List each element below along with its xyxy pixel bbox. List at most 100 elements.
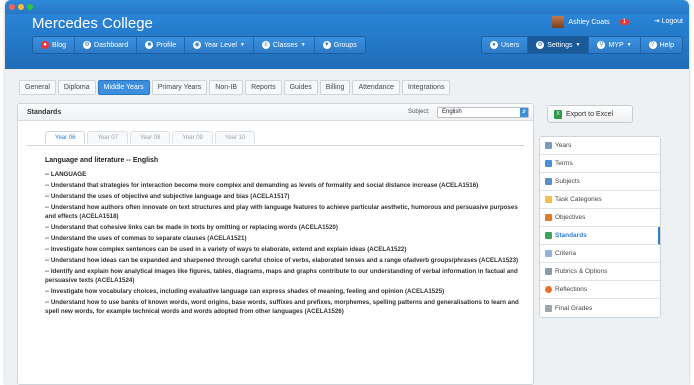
side-item-label: Standards <box>555 232 587 239</box>
side-item-label: Rubrics & Options <box>555 268 608 275</box>
side-item-rubrics[interactable]: Rubrics & Options <box>540 263 660 281</box>
tab-non-ib[interactable]: Non-IB <box>209 80 244 95</box>
tab-diploma[interactable]: Diploma <box>57 80 96 95</box>
nav-classes[interactable]: ≡ Classes ▼ <box>254 37 315 53</box>
brand-title[interactable]: Mercedes College <box>32 15 153 32</box>
chevron-down-icon: ▼ <box>300 42 306 48</box>
minimize-window-button[interactable] <box>18 4 24 10</box>
nav-myp[interactable]: ⚲ MYP ▼ <box>589 37 641 53</box>
grades-icon <box>545 304 552 312</box>
close-window-button[interactable] <box>9 4 15 10</box>
side-item-label: Objectives <box>555 214 586 221</box>
nav-dashboard-label: Dashboard <box>94 41 129 49</box>
user-name[interactable]: Ashley Coats <box>568 19 609 26</box>
tab-billing[interactable]: Billing <box>319 80 351 95</box>
settings-tabs: General Diploma Middle Years Primary Yea… <box>19 80 451 95</box>
objectives-icon <box>545 214 552 221</box>
dashboard-icon: ⚙ <box>83 41 92 49</box>
tab-year-06[interactable]: Year 06 <box>45 131 86 144</box>
nav-groups[interactable]: ▼ Groups <box>315 37 365 53</box>
chevron-down-icon: ▼ <box>575 42 581 48</box>
rubrics-icon <box>545 268 552 275</box>
side-item-task-categories[interactable]: Task Categories <box>540 191 660 209</box>
gear-icon: ⚙ <box>536 41 545 49</box>
nav-profile[interactable]: ■ Profile <box>137 37 186 53</box>
folder-icon <box>545 196 552 203</box>
nav-classes-label: Classes <box>272 41 298 49</box>
tab-general[interactable]: General <box>19 80 56 95</box>
year-tabs-divider <box>27 145 524 146</box>
nav-myp-label: MYP <box>608 41 624 49</box>
nav-year-level[interactable]: ◉ Year Level ▼ <box>185 37 254 53</box>
help-icon: ? <box>648 41 657 49</box>
tab-guides[interactable]: Guides <box>283 80 318 95</box>
nav-profile-label: Profile <box>156 41 177 49</box>
list-item: -- Identify and explain how analytical i… <box>45 268 518 284</box>
logout-label: Logout <box>661 18 683 25</box>
side-item-standards[interactable]: Standards <box>540 227 660 245</box>
side-item-label: Final Grades <box>555 304 593 312</box>
maximize-window-button[interactable] <box>27 4 33 10</box>
section-heading: -- LANGUAGE <box>45 171 87 178</box>
tab-year-10[interactable]: Year 10 <box>214 131 256 144</box>
subject-label: Subject: <box>408 109 430 115</box>
tab-year-08[interactable]: Year 08 <box>129 131 171 144</box>
nav-users[interactable]: ● Users <box>482 37 529 53</box>
panel-header: Standards Subject: English ⇵ <box>18 104 533 121</box>
content-heading: Language and literature -- English <box>45 157 159 164</box>
nav-users-label: Users <box>500 41 520 49</box>
chevron-down-icon: ▼ <box>239 42 245 48</box>
standards-content: Language and literature -- English -- LA… <box>45 156 525 318</box>
list-item: -- Understand how authors often innovate… <box>45 204 518 220</box>
tab-reports[interactable]: Reports <box>245 80 282 95</box>
tab-attendance[interactable]: Attendance <box>352 80 400 95</box>
reflections-icon <box>545 286 552 293</box>
side-item-label: Task Categories <box>555 196 602 203</box>
main-nav: ● Blog ⚙ Dashboard ■ Profile ◉ Year Level ▼ ≡… <box>32 36 683 54</box>
logout-link[interactable]: ⇥ Logout <box>654 17 683 25</box>
side-item-label: Terms <box>555 160 573 167</box>
nav-blog[interactable]: ● Blog <box>33 37 76 53</box>
groups-icon: ▼ <box>322 41 331 49</box>
chevron-down-icon: ▼ <box>626 42 632 48</box>
app-header: Mercedes College Ashley Coats 1 ⇥ Logout… <box>5 14 689 69</box>
tab-middle-years[interactable]: Middle Years <box>97 80 150 95</box>
nav-dashboard[interactable]: ⚙ Dashboard <box>75 37 138 53</box>
tab-primary-years[interactable]: Primary Years <box>151 80 208 95</box>
side-item-objectives[interactable]: Objectives <box>540 209 660 227</box>
side-item-subjects[interactable]: Subjects <box>540 173 660 191</box>
side-item-terms[interactable]: Terms <box>540 155 660 173</box>
blog-icon: ● <box>41 41 49 49</box>
user-menu[interactable]: Ashley Coats 1 <box>552 16 629 28</box>
excel-icon: X <box>554 109 562 119</box>
avatar[interactable] <box>552 16 565 28</box>
subject-select[interactable]: English ⇵ <box>437 107 529 118</box>
nav-settings[interactable]: ⚙ Settings ▼ <box>528 37 590 53</box>
side-item-label: Criteria <box>555 250 576 257</box>
tab-integrations[interactable]: Integrations <box>401 80 451 95</box>
list-item: -- Understand the uses of commas to sepa… <box>45 235 247 242</box>
notification-badge[interactable]: 1 <box>619 19 629 25</box>
subjects-icon <box>545 178 552 185</box>
profile-icon: ■ <box>145 41 154 49</box>
years-icon <box>545 142 552 149</box>
criteria-icon <box>545 250 552 257</box>
year-tabs: Year 06 Year 07 Year 08 Year 09 Year 10 <box>45 131 256 144</box>
side-item-label: Years <box>555 142 572 149</box>
list-item: -- Investigate how vocabulary choices, i… <box>45 288 445 295</box>
side-item-criteria[interactable]: Criteria <box>540 245 660 263</box>
tab-year-07[interactable]: Year 07 <box>87 131 128 144</box>
list-item: -- Investigate how complex sentences can… <box>45 246 407 253</box>
export-excel-button[interactable]: X Export to Excel <box>547 105 633 123</box>
side-item-reflections[interactable]: Reflections <box>540 281 660 299</box>
nav-right-group: ● Users ⚙ Settings ▼ ⚲ MYP ▼ ? Help <box>480 36 683 54</box>
terms-icon <box>545 160 552 167</box>
side-item-final-grades[interactable]: Final Grades <box>540 299 660 317</box>
checkbox-icon <box>545 232 552 239</box>
settings-side-menu: Years Terms Subjects Task Categories Obj… <box>539 136 661 318</box>
tab-year-09[interactable]: Year 09 <box>172 131 213 144</box>
nav-help[interactable]: ? Help <box>641 37 682 53</box>
side-item-years[interactable]: Years <box>540 137 660 155</box>
users-icon: ● <box>489 41 498 49</box>
list-item: -- Understand the uses of objective and … <box>45 193 290 200</box>
